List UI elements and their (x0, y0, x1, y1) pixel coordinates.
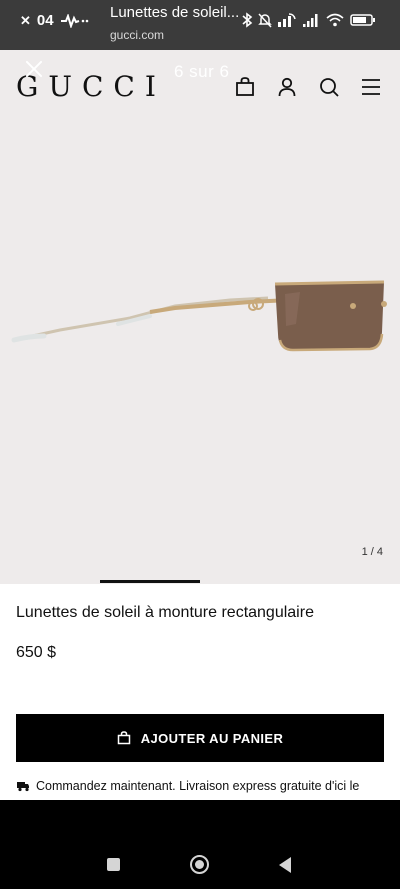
tab-domain[interactable]: gucci.com (110, 28, 164, 42)
product-info: Lunettes de soleil à monture rectangulai… (0, 584, 400, 800)
status-left: ✕ 04 (20, 12, 90, 29)
image-counter: 1 / 4 (361, 546, 383, 558)
mute-bell-icon (258, 13, 272, 28)
bluetooth-icon (242, 12, 253, 28)
screen: ✕ 04 Lunettes de soleil... gucci.com GUC… (0, 0, 400, 889)
add-to-cart-label: AJOUTER AU PANIER (140, 730, 284, 746)
home-icon[interactable] (190, 855, 209, 874)
header-icons (234, 76, 382, 98)
shopping-bag-icon (117, 731, 130, 745)
notification-icon: ✕ (20, 12, 31, 28)
close-gallery-icon[interactable] (24, 59, 44, 79)
site-header: GUCCI 6 sur 6 (0, 50, 400, 122)
delivery-note-text: Commandez maintenant. Livraison express … (36, 779, 360, 793)
delivery-truck-icon (17, 782, 29, 792)
delivery-note: Commandez maintenant. Livraison express … (16, 778, 384, 794)
hotspot-signal-icon (278, 13, 296, 27)
gallery-counter: 6 sur 6 (174, 62, 230, 81)
status-bar: ✕ 04 Lunettes de soleil... gucci.com (0, 0, 400, 50)
sunglasses-image (11, 280, 387, 352)
status-time: 04 (36, 12, 54, 29)
image-progress-fill (100, 580, 200, 583)
battery-icon (350, 14, 375, 26)
product-image[interactable]: 1 / 4 (0, 122, 400, 580)
system-nav-bar (0, 800, 400, 889)
wifi-icon (326, 13, 344, 27)
pulse-icon (60, 13, 88, 28)
shopping-bag-icon[interactable] (234, 76, 256, 98)
account-icon[interactable] (276, 76, 298, 98)
add-to-cart-button[interactable]: AJOUTER AU PANIER (16, 714, 384, 762)
back-icon[interactable] (279, 857, 291, 873)
product-title: Lunettes de soleil à monture rectangulai… (16, 604, 314, 621)
search-icon[interactable] (318, 76, 340, 98)
recent-apps-icon[interactable] (107, 858, 120, 871)
cell-signal-icon (303, 14, 318, 27)
product-price: 650 $ (16, 644, 57, 661)
tab-title[interactable]: Lunettes de soleil... (110, 4, 240, 21)
menu-icon[interactable] (360, 76, 382, 98)
status-right (241, 12, 376, 28)
